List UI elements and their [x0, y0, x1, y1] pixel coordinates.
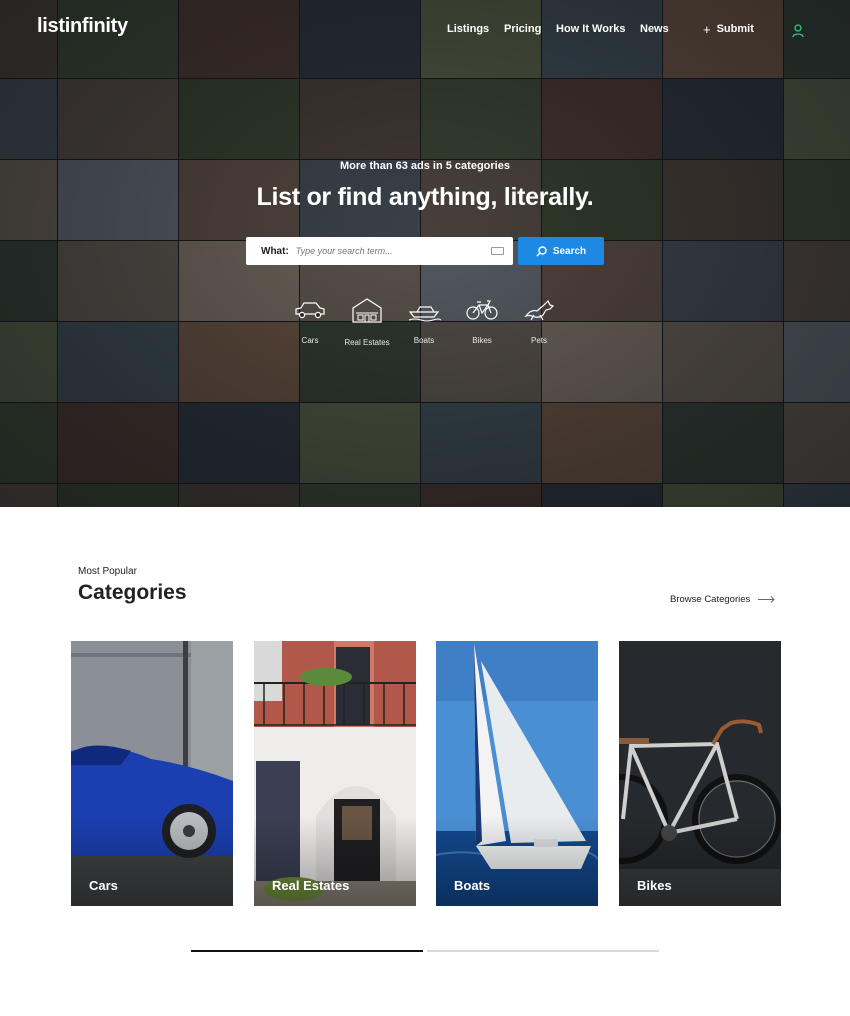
search-button-label: Search	[552, 245, 587, 257]
hero-category-label: Pets	[530, 336, 547, 345]
search-button[interactable]: Search	[518, 237, 604, 265]
category-card-real-estates[interactable]: Real Estates	[254, 641, 416, 906]
category-card-bikes[interactable]: Bikes	[619, 641, 781, 906]
main-nav: Listings Pricing How It Works News + Sub…	[0, 23, 850, 39]
arrow-right-icon	[758, 596, 775, 603]
hero-title: List or find anything, literally.	[256, 183, 594, 211]
hero-subtitle: More than 63 ads in 5 categories	[340, 160, 510, 172]
house-icon	[352, 298, 382, 323]
section-title: Categories	[78, 581, 187, 604]
nav-how-it-works[interactable]: How It Works	[556, 23, 625, 35]
category-card-cars[interactable]: Cars	[71, 641, 233, 906]
category-card-boats[interactable]: Boats	[436, 641, 598, 906]
user-icon[interactable]	[792, 24, 804, 38]
car-icon	[295, 302, 325, 319]
search-input[interactable]	[295, 246, 491, 256]
carousel-progress-active[interactable]	[191, 950, 423, 952]
hero-category-bikes[interactable]: Bikes	[452, 296, 512, 345]
hero-section: listinfinity Listings Pricing How It Wor…	[0, 0, 850, 507]
nav-listings[interactable]: Listings	[447, 23, 489, 35]
section-eyebrow: Most Popular	[78, 566, 137, 577]
hero-category-cars[interactable]: Cars	[280, 296, 340, 345]
category-card-label: Boats	[454, 878, 491, 893]
nav-news[interactable]: News	[640, 23, 669, 35]
pet-icon	[524, 299, 555, 321]
hero-category-label: Bikes	[472, 336, 492, 345]
category-card-label: Bikes	[637, 878, 672, 893]
submit-button[interactable]: + Submit	[703, 21, 754, 37]
category-card-label: Cars	[89, 878, 118, 893]
keyboard-icon[interactable]	[491, 247, 504, 255]
magnifier-icon	[536, 245, 547, 257]
bike-icon	[466, 300, 498, 320]
hero-category-real-estates[interactable]: Real Estates	[337, 296, 397, 347]
hero-category-label: Boats	[413, 336, 435, 345]
submit-label: Submit	[716, 23, 754, 35]
hero-category-pets[interactable]: Pets	[509, 296, 569, 345]
browse-categories-link[interactable]: Browse Categories	[670, 594, 775, 605]
nav-pricing[interactable]: Pricing	[504, 23, 541, 35]
category-card-label: Real Estates	[272, 878, 350, 893]
hero-category-shortcuts: Cars Real Estates Boats Bikes Pets	[0, 296, 850, 356]
browse-categories-label: Browse Categories	[670, 594, 751, 605]
hero-category-label: Real Estates	[344, 338, 390, 347]
carousel-progress-inactive[interactable]	[427, 950, 659, 952]
boat-icon	[408, 306, 441, 322]
search-bar: What:	[246, 237, 513, 265]
hero-category-boats[interactable]: Boats	[394, 296, 454, 345]
search-what-label: What:	[261, 245, 289, 257]
hero-category-label: Cars	[301, 336, 319, 345]
plus-icon: +	[703, 21, 711, 37]
